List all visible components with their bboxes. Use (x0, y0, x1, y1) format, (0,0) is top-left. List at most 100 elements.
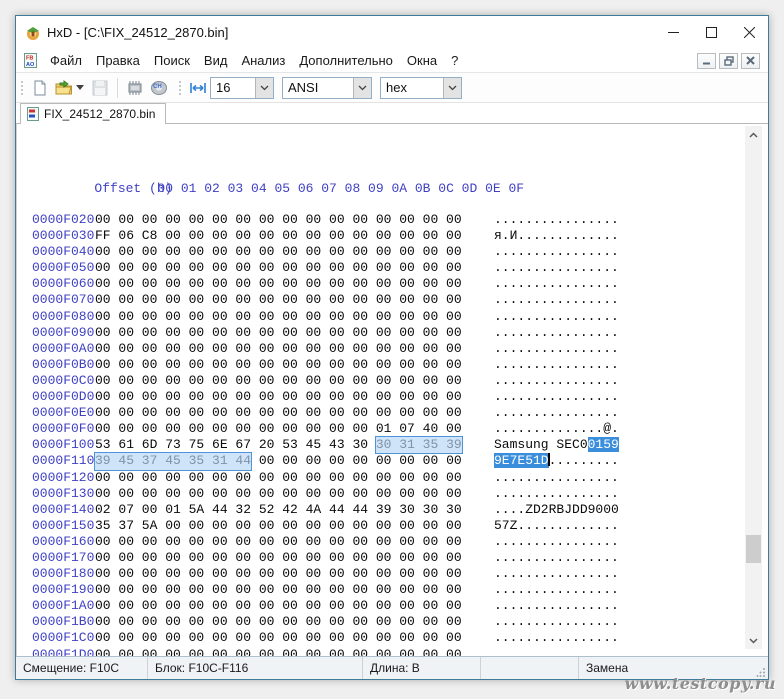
hex-rows[interactable]: 0000F02000 00 00 00 00 00 00 00 00 00 00… (17, 212, 744, 656)
hex-row[interactable]: 0000F0A000 00 00 00 00 00 00 00 00 00 00… (17, 341, 744, 357)
row-hex-bytes[interactable]: 00 00 00 00 00 00 00 00 00 00 00 00 00 0… (95, 357, 494, 373)
row-hex-bytes[interactable]: 00 00 00 00 00 00 00 00 00 00 00 00 00 0… (95, 309, 494, 325)
row-ascii[interactable]: ................ (494, 244, 619, 260)
hex-row[interactable]: 0000F12000 00 00 00 00 00 00 00 00 00 00… (17, 470, 744, 486)
row-ascii[interactable]: ................ (494, 534, 619, 550)
hex-row[interactable]: 0000F06000 00 00 00 00 00 00 00 00 00 00… (17, 276, 744, 292)
row-ascii[interactable]: ................ (494, 470, 619, 486)
hex-bytes[interactable]: 00 00 00 00 00 00 00 00 00 00 00 00 00 0… (95, 276, 462, 291)
ascii-text[interactable]: ................ (494, 550, 619, 565)
hex-selection[interactable]: 39 45 37 45 35 31 44 (94, 452, 252, 470)
row-ascii[interactable]: ................ (494, 630, 619, 646)
hex-bytes[interactable]: 00 00 00 00 00 00 00 00 00 00 00 00 00 0… (95, 470, 462, 485)
hex-bytes[interactable]: 00 00 00 00 00 00 00 00 00 00 00 00 00 0… (95, 614, 462, 629)
close-button[interactable] (730, 16, 768, 49)
hex-row[interactable]: 0000F08000 00 00 00 00 00 00 00 00 00 00… (17, 309, 744, 325)
hex-row[interactable]: 0000F0C000 00 00 00 00 00 00 00 00 00 00… (17, 373, 744, 389)
encoding-select[interactable]: ANSI (282, 77, 372, 99)
hex-bytes[interactable]: 00 00 00 00 00 00 00 00 00 00 00 00 00 0… (95, 566, 462, 581)
hex-row[interactable]: 0000F0E000 00 00 00 00 00 00 00 00 00 00… (17, 405, 744, 421)
hex-row[interactable]: 0000F1C000 00 00 00 00 00 00 00 00 00 00… (17, 630, 744, 646)
toolbar-grip-2[interactable] (177, 79, 182, 97)
row-hex-bytes[interactable]: 00 00 00 00 00 00 00 00 00 00 00 00 00 0… (95, 373, 494, 389)
row-hex-bytes[interactable]: 00 00 00 00 00 00 00 00 00 00 00 00 00 0… (95, 647, 494, 656)
ascii-text[interactable]: ................ (494, 614, 619, 629)
tab-file[interactable]: FIX_24512_2870.bin (20, 103, 166, 124)
hex-row[interactable]: 0000F16000 00 00 00 00 00 00 00 00 00 00… (17, 534, 744, 550)
hex-bytes[interactable]: 02 07 00 01 5A 44 32 52 42 4A 44 44 39 3… (95, 502, 462, 517)
row-ascii[interactable]: ................ (494, 325, 619, 341)
combo-dropdown-button[interactable] (443, 78, 461, 98)
hex-row[interactable]: 0000F030FF 06 C8 00 00 00 00 00 00 00 00… (17, 228, 744, 244)
open-ram-button[interactable] (123, 76, 147, 100)
menu-item[interactable]: Вид (197, 50, 235, 71)
row-ascii[interactable]: ................ (494, 373, 619, 389)
hex-row[interactable]: 0000F1D000 00 00 00 00 00 00 00 00 00 00… (17, 647, 744, 656)
menu-item[interactable]: Поиск (147, 50, 197, 71)
bytes-per-row-button[interactable] (186, 76, 210, 100)
ascii-text[interactable]: ......... (549, 453, 619, 468)
hex-row[interactable]: 0000F14002 07 00 01 5A 44 32 52 42 4A 44… (17, 502, 744, 518)
ascii-text[interactable]: ................ (494, 534, 619, 549)
row-hex-bytes[interactable]: 00 00 00 00 00 00 00 00 00 00 00 00 00 0… (95, 260, 494, 276)
ascii-text[interactable]: ................ (494, 357, 619, 372)
row-ascii[interactable]: 9E7E51D......... (494, 453, 619, 469)
row-hex-bytes[interactable]: 00 00 00 00 00 00 00 00 00 00 00 00 00 0… (95, 630, 494, 646)
hex-row[interactable]: 0000F19000 00 00 00 00 00 00 00 00 00 00… (17, 582, 744, 598)
row-hex-bytes[interactable]: 39 45 37 45 35 31 44 00 00 00 00 00 00 0… (95, 453, 494, 469)
hex-pane[interactable]: Offset (h)00 01 02 03 04 05 06 07 08 09 … (17, 124, 744, 656)
row-ascii[interactable]: ................ (494, 486, 619, 502)
row-ascii[interactable]: ................ (494, 389, 619, 405)
ascii-text[interactable]: ................ (494, 582, 619, 597)
hex-row[interactable]: 0000F05000 00 00 00 00 00 00 00 00 00 00… (17, 260, 744, 276)
row-hex-bytes[interactable]: 35 37 5A 00 00 00 00 00 00 00 00 00 00 0… (95, 518, 494, 534)
ascii-text[interactable]: ................ (494, 598, 619, 613)
menu-item[interactable]: Правка (89, 50, 147, 71)
hex-bytes[interactable]: 00 00 00 00 00 00 00 00 00 00 00 00 00 0… (95, 534, 462, 549)
hex-bytes[interactable]: 00 00 00 00 00 00 00 00 00 00 00 00 00 0… (95, 244, 462, 259)
ascii-selection[interactable]: 9E7E51D (494, 453, 549, 468)
toolbar-grip[interactable] (19, 79, 24, 97)
hex-bytes[interactable]: 00 00 00 00 00 00 00 00 00 00 00 00 00 0… (95, 357, 462, 372)
menu-item[interactable]: ? (444, 50, 465, 71)
row-ascii[interactable]: ................ (494, 292, 619, 308)
bytes-per-row-select[interactable]: 16 (210, 77, 274, 99)
open-file-button[interactable] (52, 76, 76, 100)
row-ascii[interactable]: ................ (494, 614, 619, 630)
row-ascii[interactable]: ..............@. (494, 421, 619, 437)
hex-bytes[interactable]: 53 61 6D 73 75 6E 67 20 53 45 43 30 (95, 437, 376, 452)
hex-bytes[interactable]: 00 00 00 00 00 00 00 00 00 00 00 00 00 0… (95, 405, 462, 420)
row-hex-bytes[interactable]: FF 06 C8 00 00 00 00 00 00 00 00 00 00 0… (95, 228, 494, 244)
hex-bytes[interactable]: 00 00 00 00 00 00 00 00 00 00 00 00 00 0… (95, 341, 462, 356)
menu-item[interactable]: Окна (400, 50, 444, 71)
menu-item[interactable]: Файл (43, 50, 89, 71)
hex-bytes[interactable]: 00 00 00 00 00 00 00 00 00 00 00 00 00 0… (95, 630, 462, 645)
row-hex-bytes[interactable]: 00 00 00 00 00 00 00 00 00 00 00 00 00 0… (95, 550, 494, 566)
hex-row[interactable]: 0000F1A000 00 00 00 00 00 00 00 00 00 00… (17, 598, 744, 614)
row-ascii[interactable]: Samsung SEC00159 (494, 437, 619, 453)
mdi-minimize-button[interactable] (697, 53, 716, 69)
row-hex-bytes[interactable]: 00 00 00 00 00 00 00 00 00 00 00 00 00 0… (95, 389, 494, 405)
ascii-text[interactable]: ................ (494, 389, 619, 404)
hex-row[interactable]: 0000F02000 00 00 00 00 00 00 00 00 00 00… (17, 212, 744, 228)
hex-bytes[interactable]: 00 00 00 00 00 00 00 00 00 00 00 00 00 0… (95, 486, 462, 501)
hex-row[interactable]: 0000F18000 00 00 00 00 00 00 00 00 00 00… (17, 566, 744, 582)
scrollbar-thumb[interactable] (746, 535, 761, 563)
offset-base-select[interactable]: hex (380, 77, 462, 99)
ascii-text[interactable]: ................ (494, 260, 619, 275)
row-hex-bytes[interactable]: 00 00 00 00 00 00 00 00 00 00 00 00 00 0… (95, 292, 494, 308)
hex-bytes[interactable]: 00 00 00 00 00 00 00 00 00 00 00 00 00 0… (95, 325, 462, 340)
row-ascii[interactable]: я.И............. (494, 228, 619, 244)
row-hex-bytes[interactable]: 00 00 00 00 00 00 00 00 00 00 00 00 00 0… (95, 325, 494, 341)
hex-bytes[interactable]: 00 00 00 00 00 00 00 00 00 00 00 00 00 0… (95, 212, 462, 227)
row-ascii[interactable]: ....ZD2RBJDD9000 (494, 502, 619, 518)
hex-row[interactable]: 0000F0D000 00 00 00 00 00 00 00 00 00 00… (17, 389, 744, 405)
row-ascii[interactable]: ................ (494, 405, 619, 421)
hex-selection[interactable]: 30 31 35 39 (375, 436, 463, 454)
ascii-text[interactable]: ................ (494, 373, 619, 388)
row-hex-bytes[interactable]: 00 00 00 00 00 00 00 00 00 00 00 00 00 0… (95, 244, 494, 260)
row-hex-bytes[interactable]: 02 07 00 01 5A 44 32 52 42 4A 44 44 39 3… (95, 502, 494, 518)
maximize-button[interactable] (692, 16, 730, 49)
hex-bytes[interactable]: FF 06 C8 00 00 00 00 00 00 00 00 00 00 0… (95, 228, 462, 243)
hex-editor-area[interactable]: Offset (h)00 01 02 03 04 05 06 07 08 09 … (16, 124, 768, 656)
